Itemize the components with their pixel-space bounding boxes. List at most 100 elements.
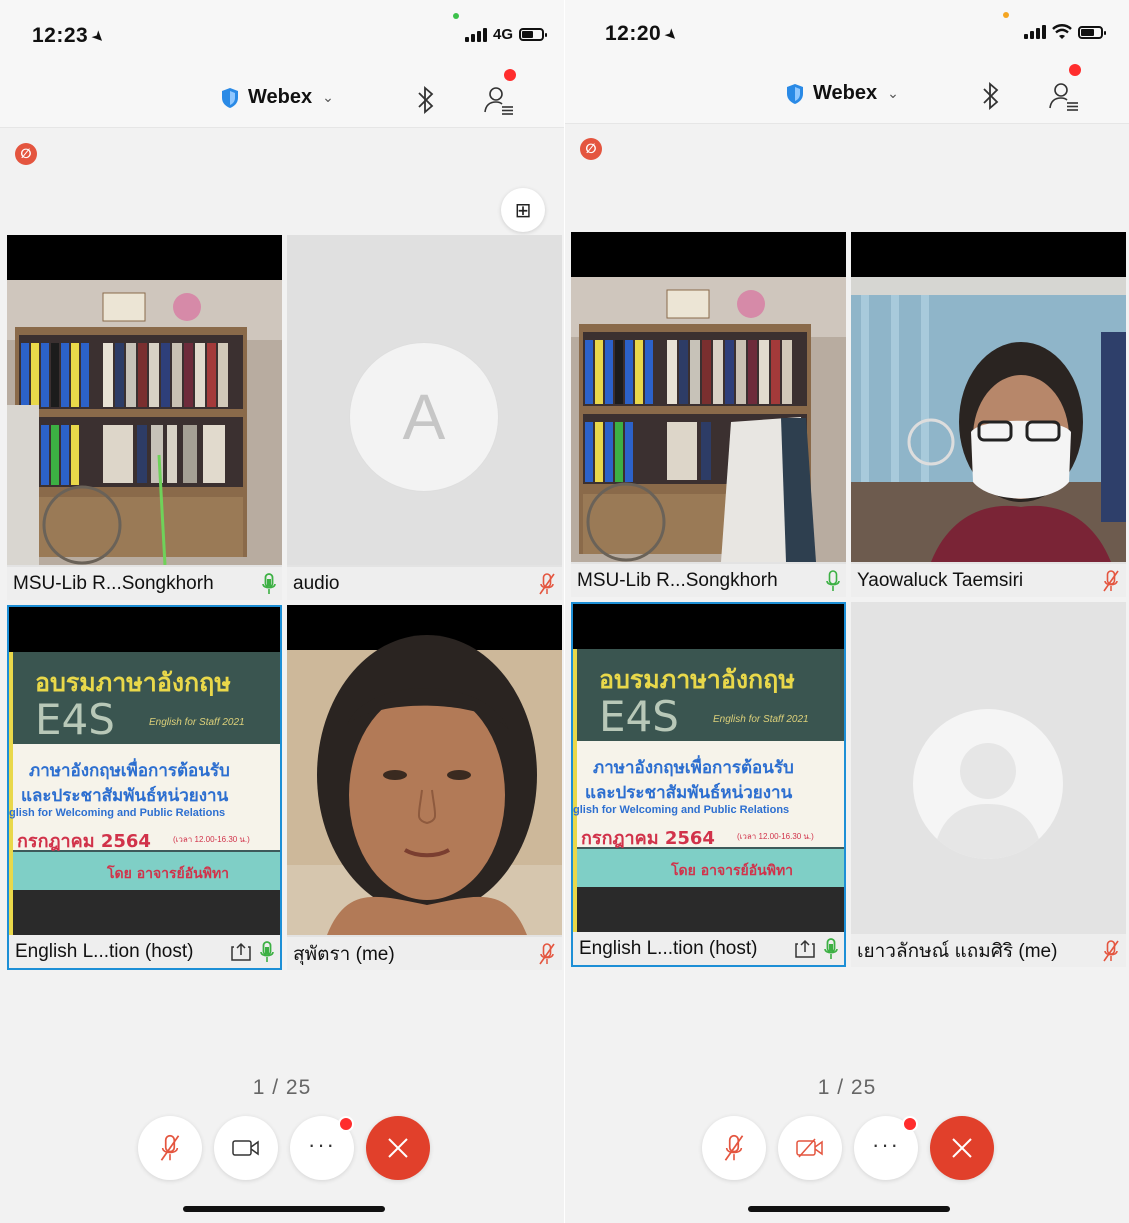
video-tile-host-share[interactable]: อบรมภาษาอังกฤษ E4S English for Staff 202… xyxy=(7,605,282,970)
video-button[interactable] xyxy=(778,1116,842,1180)
slide-time: (เวลา 12.00-16.30 น.) xyxy=(737,832,814,841)
video-letterbox xyxy=(9,607,280,652)
avatar: A xyxy=(349,342,499,492)
slide-subtitle-2: และประชาสัมพันธ์หน่วยงาน xyxy=(585,783,793,803)
video-tile-self[interactable]: เยาวลักษณ์ แถมศิริ (me) xyxy=(851,602,1126,967)
mic-muted-icon xyxy=(1103,939,1119,961)
grid-icon: ⊞ xyxy=(514,199,532,222)
participant-video: A xyxy=(287,235,562,565)
mic-muted-icon xyxy=(724,1134,744,1161)
brand-label: Webex xyxy=(813,82,878,104)
participant-name: English L...tion (host) xyxy=(15,940,194,962)
muted-indicator-icon: ∅ xyxy=(15,143,37,165)
participant-video xyxy=(287,605,562,935)
video-button[interactable] xyxy=(214,1116,278,1180)
status-indicators: 4G xyxy=(464,26,547,43)
shared-content: อบรมภาษาอังกฤษ E4S English for Staff 202… xyxy=(9,607,280,937)
cellular-signal-icon xyxy=(1024,25,1046,39)
mic-on-icon xyxy=(260,940,274,962)
camera-in-use-dot xyxy=(453,13,459,19)
more-options-button[interactable]: ··· xyxy=(290,1116,354,1180)
location-arrow-icon: ➤ xyxy=(87,26,110,48)
network-type: 4G xyxy=(492,26,513,43)
more-icon: ··· xyxy=(308,1132,336,1157)
leave-meeting-button[interactable] xyxy=(930,1116,994,1180)
participant-video xyxy=(851,602,1126,932)
mic-muted-icon xyxy=(539,572,555,594)
bookshelf-video-frame xyxy=(571,232,846,562)
participant-name: MSU-Lib R...Songkhorh xyxy=(13,572,214,594)
page-indicator: 1 / 25 xyxy=(252,1076,312,1099)
status-time: 12:20➤ xyxy=(605,22,683,46)
notification-dot xyxy=(902,1116,918,1132)
close-icon xyxy=(388,1138,408,1158)
video-tile-yaowaluck[interactable]: Yaowaluck Taemsiri xyxy=(851,232,1126,597)
participant-name-bar: Yaowaluck Taemsiri xyxy=(851,564,1126,597)
shield-icon xyxy=(787,83,803,104)
cellular-signal-icon xyxy=(464,27,487,42)
participant-name: สุพัตรา (me) xyxy=(293,943,395,965)
camera-icon xyxy=(232,1140,259,1156)
participants-icon[interactable] xyxy=(482,82,516,116)
video-tile-msu-lib[interactable]: MSU-Lib R...Songkhorh xyxy=(571,232,846,597)
meeting-controls: ··· xyxy=(702,1116,994,1180)
camera-off-icon xyxy=(796,1138,823,1158)
mic-on-icon xyxy=(824,937,838,959)
mic-in-use-dot xyxy=(1003,12,1009,18)
status-bar: 12:23➤ 4G xyxy=(0,0,564,72)
bluetooth-icon[interactable] xyxy=(979,80,1003,112)
participants-notification-dot xyxy=(504,69,516,81)
slide-logo: E4S xyxy=(599,692,679,741)
participants-icon[interactable] xyxy=(1047,78,1081,112)
layout-grid-button[interactable]: ⊞ xyxy=(501,188,545,232)
meeting-brand-switcher[interactable]: Webex ⌄ xyxy=(220,86,334,109)
right-phone-screen: 12:20➤ Webex ⌄ ∅ MSU-Lib R...Songkhorh Y… xyxy=(565,0,1129,1223)
home-indicator[interactable] xyxy=(748,1206,950,1212)
home-indicator[interactable] xyxy=(183,1206,385,1212)
slide-time: (เวลา 12.00-16.30 น.) xyxy=(173,835,250,844)
participant-name: English L...tion (host) xyxy=(579,937,758,959)
video-tile-audio[interactable]: A audio xyxy=(287,235,562,600)
bluetooth-icon[interactable] xyxy=(414,84,438,116)
video-letterbox xyxy=(573,604,844,649)
slide-subtitle-en: glish for Welcoming and Public Relations xyxy=(9,807,226,819)
participant-name-bar: English L...tion (host) xyxy=(9,935,280,968)
mute-button[interactable] xyxy=(702,1116,766,1180)
video-tile-self[interactable]: สุพัตรา (me) xyxy=(287,605,562,970)
mute-button[interactable] xyxy=(138,1116,202,1180)
participant-video xyxy=(571,232,846,562)
brand-label: Webex xyxy=(248,86,313,108)
mic-on-icon xyxy=(826,569,840,591)
avatar xyxy=(913,709,1063,859)
participant-name: MSU-Lib R...Songkhorh xyxy=(577,569,778,591)
participant-name-bar: MSU-Lib R...Songkhorh xyxy=(571,564,846,597)
participant-name-bar: MSU-Lib R...Songkhorh xyxy=(7,567,282,600)
meeting-header: Webex ⌄ xyxy=(565,64,1129,124)
person-placeholder-icon xyxy=(933,743,1043,859)
slide-subtitle-1: ภาษาอังกฤษเพื่อการต้อนรับ xyxy=(29,761,230,781)
battery-icon xyxy=(519,28,547,41)
participant-name: Yaowaluck Taemsiri xyxy=(857,569,1024,591)
slide-year: English for Staff 2021 xyxy=(149,717,245,728)
mic-on-icon xyxy=(262,572,276,594)
participant-video xyxy=(851,232,1126,562)
slide-subtitle-1: ภาษาอังกฤษเพื่อการต้อนรับ xyxy=(593,758,794,778)
slide-logo: E4S xyxy=(35,695,115,744)
video-tile-msu-lib[interactable]: MSU-Lib R...Songkhorh xyxy=(7,235,282,600)
mic-muted-icon xyxy=(160,1134,180,1161)
chevron-down-icon: ⌄ xyxy=(322,89,334,105)
participant-name-bar: สุพัตรา (me) xyxy=(287,937,562,970)
video-tile-host-share[interactable]: อบรมภาษาอังกฤษ E4S English for Staff 202… xyxy=(571,602,846,967)
slide-presenter: โดย อาจารย์อันพิทา xyxy=(107,866,230,882)
slide-subtitle-en: glish for Welcoming and Public Relations xyxy=(573,804,790,816)
bookshelf-video-frame xyxy=(7,235,282,565)
more-options-button[interactable]: ··· xyxy=(854,1116,918,1180)
leave-meeting-button[interactable] xyxy=(366,1116,430,1180)
slide-presenter: โดย อาจารย์อันพิทา xyxy=(671,863,794,879)
mic-muted-icon xyxy=(539,942,555,964)
shared-content: อบรมภาษาอังกฤษ E4S English for Staff 202… xyxy=(573,604,844,934)
participant-video xyxy=(7,235,282,565)
more-icon: ··· xyxy=(872,1132,900,1157)
meeting-brand-switcher[interactable]: Webex ⌄ xyxy=(785,82,899,105)
left-phone-screen: 12:23➤ 4G Webex ⌄ ∅ ⊞ MSU-Lib R...Songkh… xyxy=(0,0,564,1223)
